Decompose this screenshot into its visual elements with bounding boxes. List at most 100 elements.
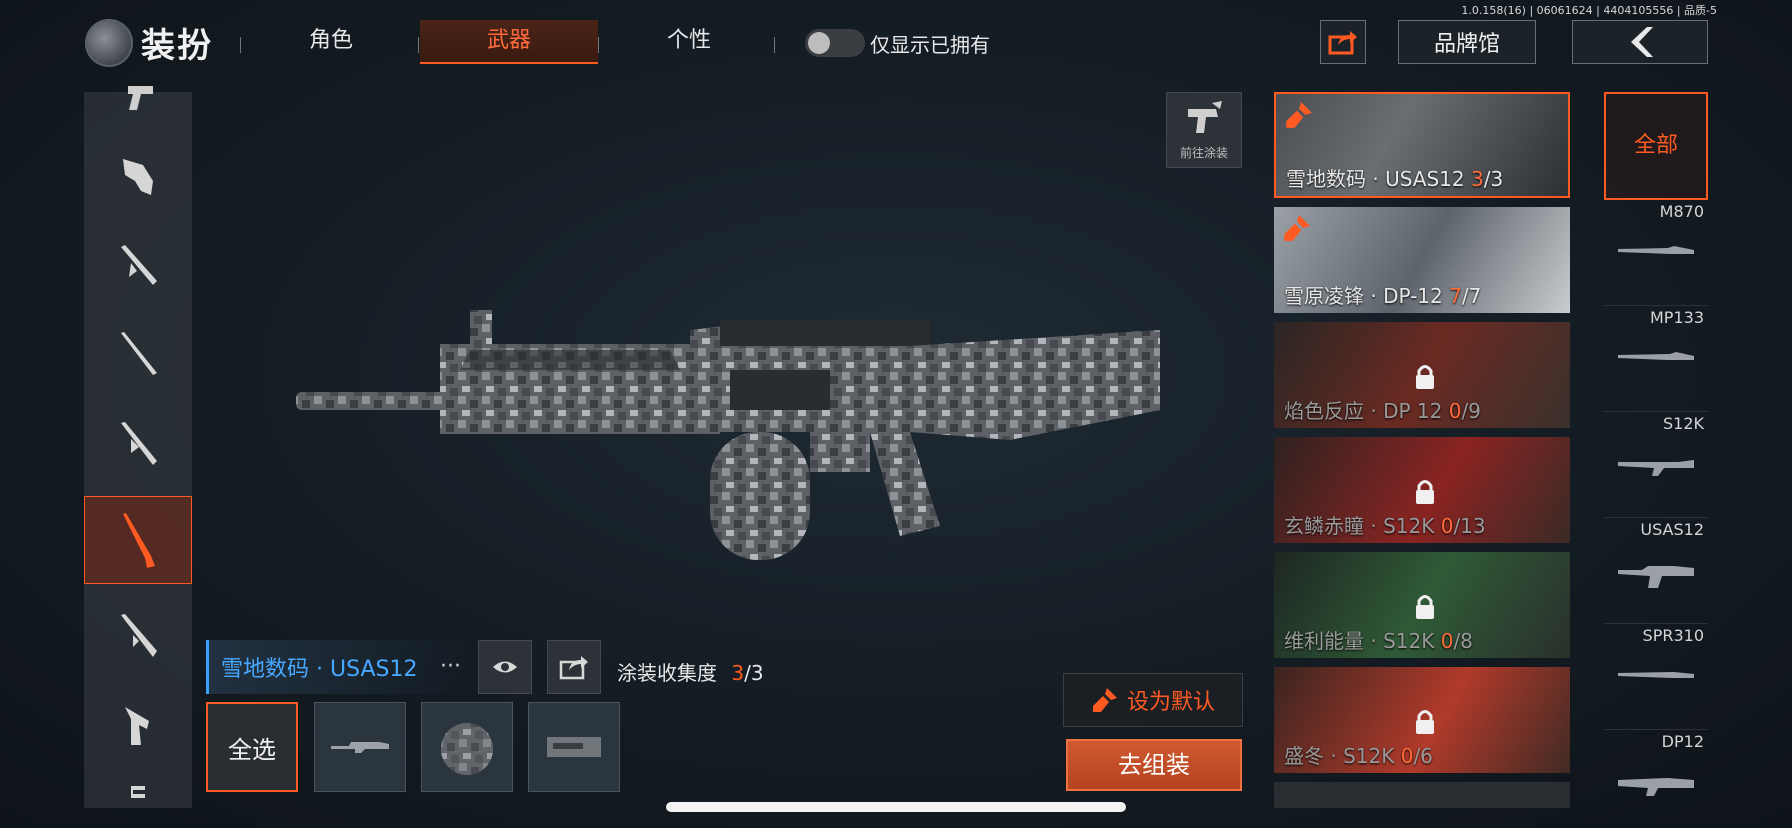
divider xyxy=(418,37,419,53)
lock-icon xyxy=(1416,480,1434,504)
skin-card-total: /13 xyxy=(1453,514,1486,538)
set-default-button[interactable]: 设为默认 xyxy=(1063,673,1243,727)
divider xyxy=(240,37,241,53)
pistol-heavy-icon xyxy=(125,707,149,745)
eye-icon xyxy=(493,661,517,673)
category-all[interactable]: 全部 xyxy=(1604,92,1708,200)
usas12-silhouette-icon xyxy=(1618,566,1694,588)
weapon-type-list xyxy=(84,86,192,808)
category-name: MP133 xyxy=(1650,308,1704,327)
skin-card-partial[interactable] xyxy=(1274,782,1570,808)
skin-card-label: 雪地数码 · USAS12 3/3 xyxy=(1286,163,1503,192)
part-slot-full-gun[interactable] xyxy=(314,702,406,792)
back-button[interactable] xyxy=(1572,20,1708,64)
brush-badge-icon xyxy=(1284,215,1310,241)
assault-rifle-icon xyxy=(121,422,157,465)
share-icon xyxy=(1328,31,1357,55)
skin-card[interactable]: 雪原凌锋 · DP-12 7/7 xyxy=(1274,207,1570,313)
go-assemble-button[interactable]: 去组装 xyxy=(1066,739,1242,791)
spr310-silhouette-icon xyxy=(1618,672,1694,678)
divider xyxy=(774,37,775,53)
category-item[interactable]: SPR310 xyxy=(1604,624,1708,730)
brush-badge-icon xyxy=(1286,102,1312,128)
lock-icon xyxy=(1416,710,1434,734)
skin-card-name: 玄鳞赤瞳 · S12K xyxy=(1284,514,1441,538)
tab-character[interactable]: 角色 xyxy=(270,20,392,62)
share-icon xyxy=(559,656,588,680)
full-gun-part-icon xyxy=(331,742,389,753)
version-text: 1.0.158(16) | 06061624 | 4404105556 | 品质… xyxy=(1461,4,1717,17)
go-paint-label: 前往涂装 xyxy=(1179,146,1228,160)
skin-card-name: 雪地数码 · USAS12 xyxy=(1286,167,1471,191)
weapon-slot[interactable] xyxy=(84,310,192,398)
carbine-icon xyxy=(121,614,157,657)
lock-icon xyxy=(1416,595,1434,619)
category-item[interactable]: USAS12 xyxy=(1604,518,1708,624)
drum-magazine-part-icon xyxy=(441,723,493,775)
home-indicator[interactable] xyxy=(666,802,1126,812)
smg-folding-icon xyxy=(121,245,157,285)
skin-card-locked[interactable]: 维利能量 · S12K 0/8 xyxy=(1274,552,1570,658)
weapon-slot[interactable] xyxy=(84,592,192,680)
category-item[interactable]: M870 xyxy=(1604,200,1708,306)
owned-only-toggle[interactable] xyxy=(805,29,865,57)
more-options-button[interactable]: ··· xyxy=(440,654,461,679)
skin-card-label: 焰色反应 · DP 12 0/9 xyxy=(1284,395,1481,424)
skin-card-name: 雪原凌锋 · DP-12 xyxy=(1284,284,1450,308)
collection-progress: 涂装收集度 3/3 xyxy=(617,657,764,686)
skin-card-locked[interactable]: 焰色反应 · DP 12 0/9 xyxy=(1274,322,1570,428)
chevron-left-icon xyxy=(1631,27,1653,57)
category-item[interactable]: MP133 xyxy=(1604,306,1708,412)
skin-card-name: 维利能量 · S12K xyxy=(1284,629,1441,653)
share-skin-button[interactable] xyxy=(547,640,601,694)
magazine-icon xyxy=(131,786,145,798)
weapon-slot[interactable] xyxy=(84,772,192,812)
part-slot-magazine[interactable] xyxy=(421,702,513,792)
skin-card-locked[interactable]: 玄鳞赤瞳 · S12K 0/13 xyxy=(1274,437,1570,543)
share-button[interactable] xyxy=(1320,20,1366,64)
dp12-silhouette-icon xyxy=(1618,778,1694,796)
category-item[interactable]: S12K xyxy=(1604,412,1708,518)
skin-card-locked[interactable]: 盛冬 · S12K 0/6 xyxy=(1274,667,1570,773)
skin-card[interactable]: 雪地数码 · USAS12 3/3 xyxy=(1274,92,1570,198)
brand-hall-button[interactable]: 品牌馆 xyxy=(1398,20,1536,64)
owned-only-label: 仅显示已拥有 xyxy=(870,33,990,57)
category-name: S12K xyxy=(1662,414,1704,433)
weapon-preview-image[interactable] xyxy=(290,300,1170,570)
category-name: M870 xyxy=(1659,202,1704,221)
spray-gun-icon xyxy=(1188,101,1222,133)
skin-card-owned: 0 xyxy=(1448,399,1462,423)
skin-card-label: 雪原凌锋 · DP-12 7/7 xyxy=(1284,280,1481,309)
weapon-slot[interactable] xyxy=(84,682,192,770)
skin-card-owned: 0 xyxy=(1400,744,1414,768)
s12k-silhouette-icon xyxy=(1618,460,1694,476)
skin-card-owned: 0 xyxy=(1440,514,1454,538)
pistol-icon xyxy=(128,86,153,110)
shotgun-silhouette-icon xyxy=(1618,246,1694,254)
weapon-slot[interactable] xyxy=(84,132,192,220)
select-all-button[interactable]: 全选 xyxy=(206,702,298,792)
collection-owned: 3 xyxy=(731,661,745,685)
skin-card-total: /9 xyxy=(1461,399,1481,423)
brush-icon xyxy=(1092,688,1117,712)
weapon-slot[interactable] xyxy=(84,400,192,488)
receiver-part-icon xyxy=(547,737,601,757)
divider xyxy=(598,37,599,53)
weapon-slot[interactable] xyxy=(84,52,192,140)
skin-card-owned: 0 xyxy=(1440,629,1454,653)
tab-weapon[interactable]: 武器 xyxy=(420,20,598,64)
go-paint-button[interactable]: 前往涂装 xyxy=(1166,92,1242,168)
part-slot-receiver[interactable] xyxy=(528,702,620,792)
skin-name-panel: 雪地数码 · USAS12 xyxy=(206,640,471,694)
smg-icon xyxy=(123,159,153,195)
lock-icon xyxy=(1416,365,1434,389)
skin-card-total: /3 xyxy=(1483,167,1504,191)
tab-personality[interactable]: 个性 xyxy=(628,20,750,62)
collection-total: /3 xyxy=(744,661,764,685)
skin-name: 雪地数码 · USAS12 xyxy=(221,657,418,682)
weapon-slot-selected[interactable] xyxy=(84,496,192,584)
weapon-slot[interactable] xyxy=(84,222,192,310)
preview-button[interactable] xyxy=(478,640,532,694)
skin-card-label: 盛冬 · S12K 0/6 xyxy=(1284,740,1433,769)
category-item[interactable]: DP12 xyxy=(1604,730,1708,810)
